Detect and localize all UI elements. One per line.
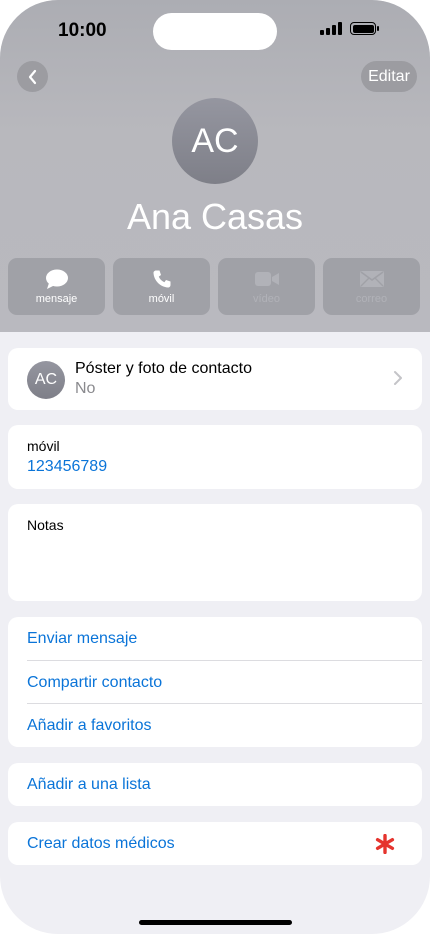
phone-number[interactable]: 123456789 — [27, 458, 107, 476]
poster-value: No — [75, 380, 96, 397]
email-button[interactable]: correo — [323, 258, 420, 315]
edit-button[interactable]: Editar — [361, 61, 417, 92]
signal-icon — [320, 22, 342, 35]
poster-title: Póster y foto de contacto — [75, 360, 252, 377]
call-mobile-button[interactable]: móvil — [113, 258, 210, 315]
actions-list: Enviar mensaje Compartir contacto Añadir… — [8, 617, 422, 747]
video-button[interactable]: vídeo — [218, 258, 315, 315]
chevron-left-icon — [28, 69, 36, 84]
add-to-list-row: Añadir a una lista — [8, 763, 422, 806]
add-to-list-link[interactable]: Añadir a una lista — [8, 763, 422, 806]
send-message-link[interactable]: Enviar mensaje — [8, 617, 422, 660]
phone-number-row[interactable]: móvil 123456789 — [8, 425, 422, 489]
envelope-icon — [359, 271, 384, 287]
status-icons — [320, 22, 379, 35]
message-bubble-icon — [45, 269, 68, 289]
medical-id-row: Crear datos médicos — [8, 822, 422, 865]
notes-field[interactable]: Notas — [8, 504, 422, 601]
phone-icon — [153, 270, 170, 288]
notes-label: Notas — [27, 517, 64, 533]
action-label: correo — [355, 293, 388, 305]
action-label: móvil — [148, 293, 175, 305]
action-label: mensaje — [35, 293, 78, 305]
action-buttons: mensaje móvil vídeo correo — [8, 258, 420, 315]
action-label: vídeo — [253, 293, 280, 305]
phone-label: móvil — [27, 438, 60, 454]
share-contact-link[interactable]: Compartir contacto — [8, 661, 422, 704]
create-medical-link[interactable]: Crear datos médicos — [8, 822, 422, 865]
status-time: 10:00 — [58, 20, 107, 41]
chevron-right-icon — [394, 371, 402, 385]
contact-header: 10:00 Editar AC Ana Casas mensaje móvil … — [0, 0, 430, 332]
avatar-small: AC — [27, 361, 65, 399]
contact-poster-row[interactable]: AC Póster y foto de contacto No — [8, 348, 422, 410]
battery-icon — [350, 22, 379, 35]
avatar: AC — [172, 98, 258, 184]
dynamic-island — [153, 13, 277, 50]
message-button[interactable]: mensaje — [8, 258, 105, 315]
back-button[interactable] — [17, 61, 48, 92]
phone-screen: 10:00 Editar AC Ana Casas mensaje móvil … — [0, 0, 430, 934]
medical-asterisk-icon — [375, 834, 395, 854]
contact-name: Ana Casas — [126, 196, 304, 237]
video-camera-icon — [254, 272, 279, 286]
add-favorites-link[interactable]: Añadir a favoritos — [8, 704, 422, 747]
home-indicator[interactable] — [139, 920, 292, 925]
